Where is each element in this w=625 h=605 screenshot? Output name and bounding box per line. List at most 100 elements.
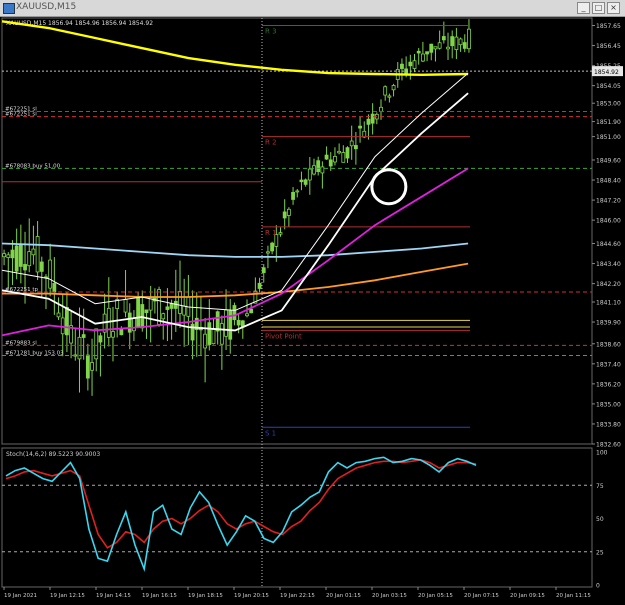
candle xyxy=(60,294,65,357)
candle xyxy=(316,156,321,176)
pivot-label: R 1 xyxy=(265,229,277,237)
candle xyxy=(178,260,182,328)
pivot-label: S 1 xyxy=(265,429,276,437)
candle xyxy=(219,315,224,370)
candle xyxy=(98,332,103,377)
price-tick-label: 1844.60 xyxy=(596,241,621,248)
candle xyxy=(441,21,446,44)
candle xyxy=(362,121,367,139)
price-pane xyxy=(1,17,593,445)
stochastic-tick-label: 100 xyxy=(596,450,608,457)
maximize-button[interactable]: □ xyxy=(592,2,605,14)
candle-body xyxy=(400,63,404,69)
order-label: #679883 sl xyxy=(5,340,37,346)
candle xyxy=(437,30,442,50)
current-price-label: 1854.92 xyxy=(594,69,619,76)
candle-body xyxy=(132,317,136,332)
candle-body xyxy=(408,61,413,67)
candle xyxy=(6,252,11,289)
candle xyxy=(14,228,19,280)
candle xyxy=(383,85,388,101)
candle xyxy=(215,310,220,345)
price-chart[interactable]: XAUUSD,M15 1856.94 1854.96 1856.94 1854.… xyxy=(0,16,625,605)
candle-body xyxy=(27,251,32,267)
candle xyxy=(345,146,350,163)
candle-body xyxy=(433,46,438,50)
candle xyxy=(278,227,283,237)
candle xyxy=(291,187,295,205)
candle xyxy=(412,54,417,73)
candle-body xyxy=(437,42,442,49)
candle-body xyxy=(291,191,295,200)
chart-window: XAUUSD,M15 _ □ × XAUUSD,M15 1856.94 1854… xyxy=(0,0,625,605)
candle xyxy=(211,318,216,345)
candle xyxy=(425,51,429,62)
candle-body xyxy=(39,261,44,272)
candle xyxy=(333,147,337,166)
pivot-label: R 2 xyxy=(265,139,277,147)
price-tick-label: 1851.00 xyxy=(596,134,621,141)
title-bar: XAUUSD,M15 _ □ × xyxy=(0,0,625,17)
candle xyxy=(257,277,262,293)
candle xyxy=(261,264,266,283)
candle-body xyxy=(328,159,333,167)
candle xyxy=(152,288,157,314)
candle xyxy=(18,224,23,284)
candle xyxy=(295,188,300,198)
candle-body xyxy=(257,282,262,289)
candle xyxy=(186,274,191,346)
candle-body xyxy=(10,249,15,259)
candle-body xyxy=(353,145,358,150)
candle xyxy=(312,158,316,176)
candle xyxy=(324,146,329,160)
price-tick-label: 1854.05 xyxy=(596,83,621,90)
candle xyxy=(408,54,413,80)
candle xyxy=(194,292,199,357)
candle xyxy=(132,310,136,342)
candle xyxy=(232,302,237,326)
candle-body xyxy=(35,236,40,273)
close-button[interactable]: × xyxy=(607,2,620,14)
stochastic-tick-label: 75 xyxy=(596,483,604,490)
candle xyxy=(366,114,371,140)
candle-body xyxy=(270,242,275,252)
highlight-circle xyxy=(370,168,408,206)
candle xyxy=(148,285,153,343)
minimize-button[interactable]: _ xyxy=(577,2,590,14)
price-tick-label: 1848.40 xyxy=(596,178,621,185)
order-label: #678083 buy 51.00 xyxy=(5,163,61,169)
candle-body xyxy=(454,36,459,51)
candle-body xyxy=(14,245,19,272)
time-tick-label: 19 Jan 14:15 xyxy=(96,593,131,599)
candle-body xyxy=(144,309,149,314)
candle xyxy=(282,199,287,230)
candle xyxy=(94,328,99,372)
order-label: #672251 sl xyxy=(5,112,37,118)
candle-body xyxy=(467,28,471,50)
stochastic-label: Stoch(14,6,2) 89.5223 90.9003 xyxy=(6,451,100,458)
candle xyxy=(391,83,396,97)
candle-body xyxy=(245,313,249,317)
candle xyxy=(374,112,379,125)
time-tick-label: 19 Jan 12:15 xyxy=(50,593,85,599)
candle xyxy=(56,297,61,320)
moving-average-line xyxy=(1,72,469,311)
candle-body xyxy=(215,311,220,332)
candle xyxy=(358,116,362,143)
candle xyxy=(169,299,174,340)
candle-body xyxy=(345,147,350,159)
candle-body xyxy=(429,43,434,53)
candle-body xyxy=(165,306,170,310)
candle-body xyxy=(286,208,291,216)
candle-body xyxy=(370,113,375,124)
candle xyxy=(65,292,69,353)
candle xyxy=(420,41,425,63)
price-tick-label: 1849.60 xyxy=(596,158,621,165)
candle-body xyxy=(23,264,27,271)
price-tick-label: 1842.20 xyxy=(596,281,621,288)
moving-average-line xyxy=(1,242,469,258)
candle xyxy=(286,207,291,227)
stochastic-tick-label: 25 xyxy=(596,549,604,556)
candle xyxy=(462,34,467,53)
price-tick-label: 1857.65 xyxy=(596,23,621,30)
